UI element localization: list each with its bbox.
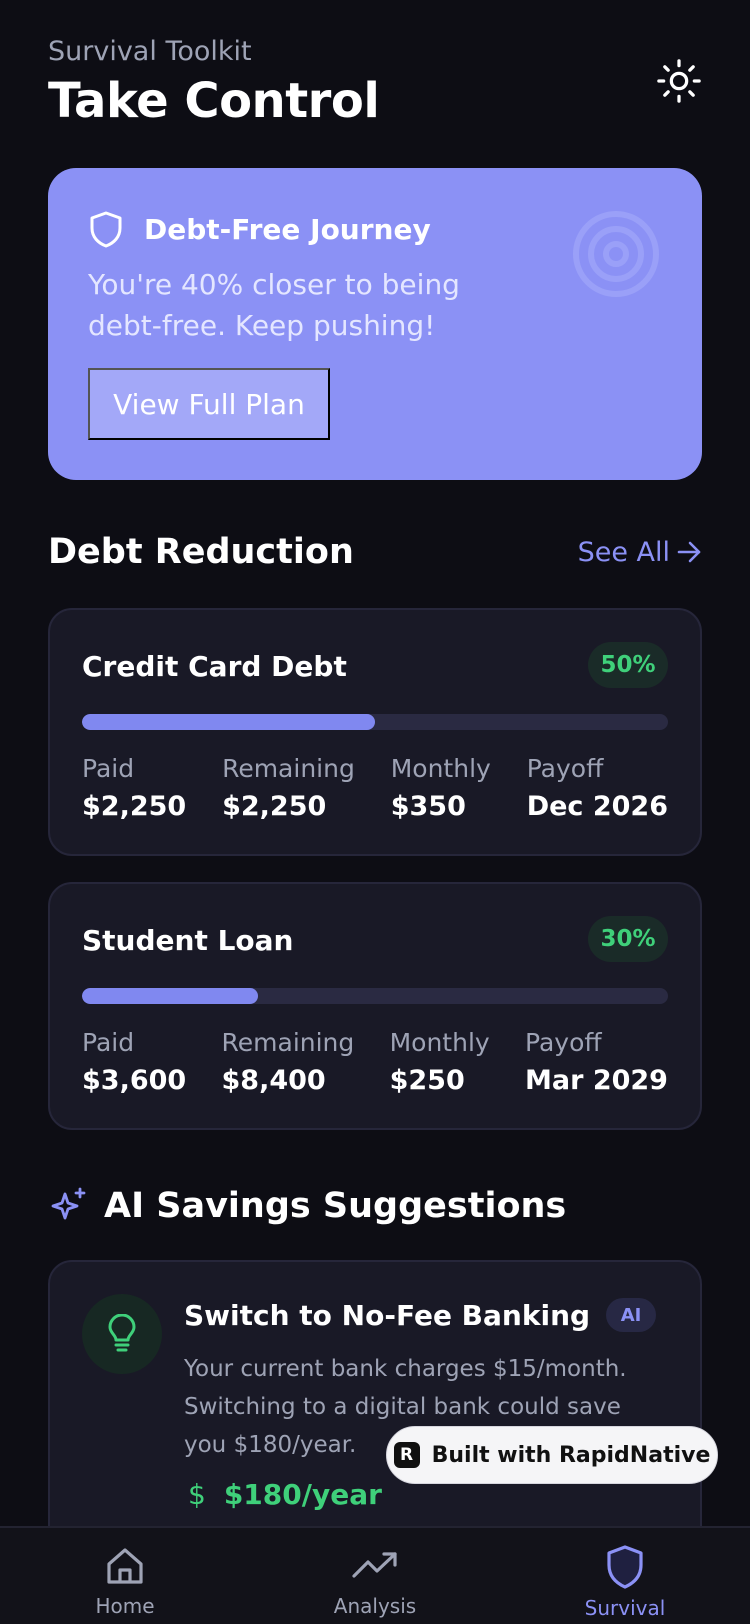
debt-card-credit-card[interactable]: Credit Card Debt 50% Paid $2,250 Remaini… [48, 608, 702, 856]
arrow-right-icon [677, 541, 701, 563]
stat-label: Payoff [525, 1028, 602, 1057]
suggestion-icon-circle [82, 1294, 162, 1374]
target-icon [573, 211, 659, 297]
tab-label: Home [95, 1594, 155, 1618]
tab-home[interactable]: Home [45, 1544, 205, 1618]
lightbulb-icon [108, 1314, 136, 1352]
progress-bar-fill [82, 714, 375, 730]
built-with-label: Built with RapidNative [431, 1442, 711, 1468]
debt-stats: Paid $3,600 Remaining $8,400 Monthly $25… [82, 1028, 668, 1096]
page-header: Survival Toolkit Take Control [48, 36, 702, 136]
debt-name: Credit Card Debt [82, 650, 347, 683]
stat-paid: Paid $2,250 [82, 754, 186, 822]
stat-payoff: Payoff Mar 2029 [525, 1028, 668, 1096]
see-all-link[interactable]: See All [578, 537, 702, 568]
sun-icon[interactable] [656, 58, 702, 104]
debt-reduction-header: Debt Reduction See All [48, 532, 702, 572]
suggestion-title-row: Switch to No-Fee Banking AI [184, 1298, 657, 1332]
built-with-badge[interactable]: R Built with RapidNative [386, 1426, 718, 1484]
debt-free-journey-card: Debt-Free Journey You're 40% closer to b… [48, 168, 702, 480]
shield-icon [90, 211, 122, 248]
tab-survival[interactable]: Survival [545, 1544, 705, 1620]
stat-monthly: Monthly $350 [391, 754, 491, 822]
tab-label: Survival [584, 1596, 666, 1620]
stat-value: Dec 2026 [526, 791, 668, 822]
suggestion-savings: $ $180/year [188, 1478, 382, 1511]
stat-label: Remaining [221, 1028, 355, 1057]
debt-name: Student Loan [82, 924, 294, 957]
stat-value: $2,250 [222, 791, 327, 822]
stat-value: $8,400 [221, 1065, 326, 1096]
stat-label: Remaining [222, 754, 355, 783]
see-all-label: See All [577, 536, 670, 568]
savings-amount: $180/year [223, 1478, 382, 1511]
progress-bar [82, 714, 668, 730]
stat-value: $350 [390, 791, 466, 822]
hero-heading: Debt-Free Journey [88, 210, 431, 248]
ai-suggestions-header: AI Savings Suggestions [48, 1186, 566, 1226]
tab-label: Analysis [333, 1594, 417, 1618]
stat-label: Paid [82, 754, 135, 783]
progress-bar-fill [82, 988, 258, 1004]
hero-title: Debt-Free Journey [144, 212, 431, 246]
trending-up-icon [352, 1552, 397, 1578]
stat-value: Mar 2029 [525, 1065, 668, 1096]
sparkle-icon [51, 1187, 86, 1220]
stat-label: Monthly [390, 754, 491, 783]
tab-analysis[interactable]: Analysis [295, 1544, 455, 1618]
stat-remaining: Remaining $2,250 [222, 754, 355, 822]
ai-badge: AI [606, 1298, 657, 1332]
hero-message: You're 40% closer to being debt-free. Ke… [88, 268, 460, 342]
debt-stats: Paid $2,250 Remaining $2,250 Monthly $35… [82, 754, 668, 822]
stat-monthly: Monthly $250 [390, 1028, 490, 1096]
page-eyebrow: Survival Toolkit [48, 36, 252, 67]
suggestion-title: Switch to No-Fee Banking [184, 1298, 591, 1332]
stat-value: $250 [389, 1065, 465, 1096]
home-icon [107, 1548, 143, 1584]
stat-remaining: Remaining $8,400 [222, 1028, 355, 1096]
stat-value: $3,600 [82, 1065, 187, 1096]
dollar-icon: $ [188, 1478, 206, 1511]
bottom-tab-bar: Home Analysis Survival [0, 1526, 750, 1624]
progress-bar [82, 988, 668, 1004]
stat-label: Paid [82, 1028, 135, 1057]
rapidnative-logo-icon: R [393, 1442, 420, 1468]
shield-icon [607, 1545, 643, 1589]
stat-label: Payoff [526, 754, 604, 783]
progress-percent-badge: 30% [588, 916, 668, 962]
progress-percent-badge: 50% [588, 642, 668, 688]
stat-label: Monthly [389, 1028, 490, 1057]
stat-value: $2,250 [82, 791, 187, 822]
page-title: Take Control [48, 73, 380, 129]
section-title: Debt Reduction [48, 532, 354, 572]
suggestion-card[interactable]: Switch to No-Fee Banking AI Your current… [48, 1260, 702, 1560]
stat-payoff: Payoff Dec 2026 [527, 754, 668, 822]
view-full-plan-button[interactable]: View Full Plan [88, 368, 330, 440]
section-title: AI Savings Suggestions [104, 1186, 567, 1226]
stat-paid: Paid $3,600 [82, 1028, 186, 1096]
debt-card-student-loan[interactable]: Student Loan 30% Paid $3,600 Remaining $… [48, 882, 702, 1130]
